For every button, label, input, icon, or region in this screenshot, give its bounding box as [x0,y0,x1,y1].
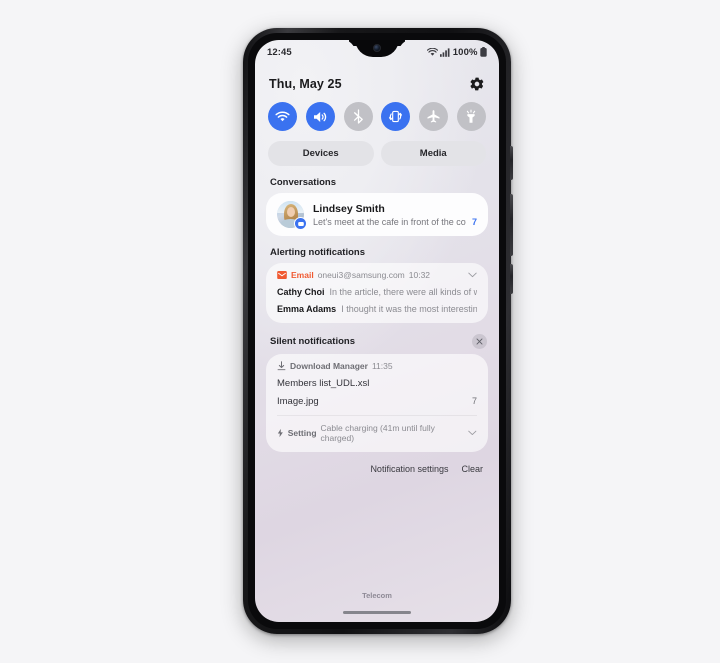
toggle-wifi[interactable] [268,102,297,131]
panel-footer: Notification settings Clear [255,452,499,474]
bluetooth-icon [353,109,363,124]
download-header: Download Manager 11:35 [277,361,477,371]
avatar [277,201,307,230]
signal-icon [440,47,450,57]
alerting-message-row: Cathy Choi In the article, there were al… [277,287,477,297]
alerting-sender: Emma Adams [277,304,337,314]
download-app-name: Download Manager [290,361,368,371]
alerting-preview: In the article, there were all kinds of … [329,287,477,297]
toggle-bluetooth[interactable] [343,102,373,131]
phone-device-frame: 12:45 100% Thu, May 25 Devices Media Con… [243,28,513,634]
conversation-notification[interactable]: Lindsey Smith Let's meet at the cafe in … [266,193,488,236]
toggle-airplane[interactable] [419,102,449,131]
download-time: 11:35 [371,361,393,371]
download-icon [277,361,286,371]
alerting-preview: I thought it was the most interesting th… [341,304,477,314]
volume-down-button[interactable] [510,264,513,294]
toggle-auto-rotate[interactable] [381,102,411,131]
email-icon [277,271,287,279]
devices-button[interactable]: Devices [268,141,374,166]
battery-icon [480,47,487,57]
clear-button[interactable]: Clear [461,464,483,474]
charging-bolt-icon [277,428,283,438]
close-icon[interactable] [472,334,487,349]
notification-settings-button[interactable]: Notification settings [370,464,448,474]
devices-media-row: Devices Media [255,131,499,166]
quick-settings-toggles [255,92,499,131]
download-file-name: Image.jpg [277,396,319,407]
alerting-notification[interactable]: Email oneui3@samsung.com 10:32 Cathy Cho… [266,263,488,323]
media-button[interactable]: Media [380,141,486,166]
silent-section-label: Silent notifications [270,336,355,347]
conversation-preview: Let's meet at the cafe in front of the c… [313,216,466,227]
alerting-account: oneui3@samsung.com [317,270,405,280]
date-label: Thu, May 25 [269,77,342,91]
toggle-flashlight[interactable] [456,102,486,131]
download-file-count: 7 [471,396,477,406]
wifi-icon [426,47,438,56]
silent-section-header: Silent notifications [255,323,499,354]
notification-panel: Thu, May 25 Devices Media Conversations … [255,64,499,622]
home-indicator[interactable] [343,611,411,614]
chevron-down-icon[interactable] [468,272,477,278]
silent-notification[interactable]: Download Manager 11:35 Members list_UDL.… [266,354,488,452]
alerting-time: 10:32 [408,270,431,280]
setting-notification-row[interactable]: Setting Cable charging (41m until fully … [277,416,477,452]
gear-icon[interactable] [469,76,485,92]
chevron-down-icon[interactable] [468,430,477,436]
flashlight-icon [467,109,476,123]
alerting-message-row: Emma Adams I thought it was the most int… [277,304,477,314]
phone-screen: 12:45 100% Thu, May 25 Devices Media Con… [255,40,499,622]
download-file-row: Members list_UDL.xsl [277,378,477,389]
download-file-row: Image.jpg 7 [277,396,477,407]
battery-percent: 100% [452,46,478,58]
status-time: 12:45 [267,46,292,58]
conversation-sender: Lindsey Smith [313,202,385,215]
alerting-app-name: Email [291,270,314,280]
alerting-header: Email oneui3@samsung.com 10:32 [277,270,477,280]
alerting-section-label: Alerting notifications [270,247,365,258]
alerting-sender: Cathy Choi [277,287,325,297]
download-file-name: Members list_UDL.xsl [277,378,370,389]
airplane-icon [427,110,440,123]
message-icon [294,217,307,230]
volume-icon [313,111,326,122]
carrier-label: Telecom [362,591,392,600]
conversation-count: 7 [471,216,477,227]
conversations-section-label: Conversations [270,177,336,188]
setting-app-name: Setting [287,428,317,438]
setting-text: Cable charging (41m until fully charged) [320,423,435,443]
date-row: Thu, May 25 [255,64,499,92]
power-button[interactable] [510,146,513,180]
toggle-sound[interactable] [305,102,335,131]
volume-up-button[interactable] [510,194,513,256]
wifi-icon [275,110,290,121]
status-icons: 100% [426,46,487,58]
status-bar: 12:45 100% [255,40,499,64]
auto-rotate-icon [389,110,403,123]
